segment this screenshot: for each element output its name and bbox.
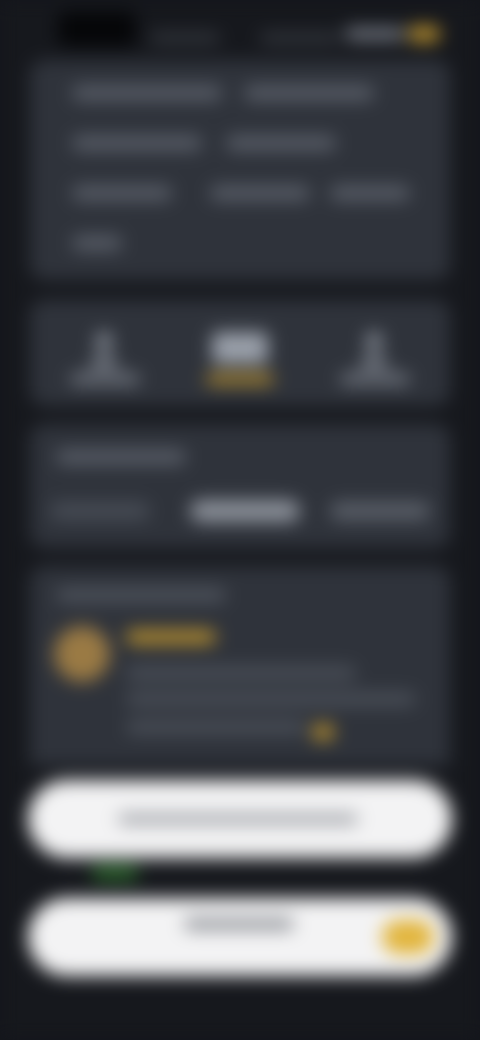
quick-action-item[interactable] [340, 320, 410, 390]
summary-line [72, 136, 202, 150]
summary-line [72, 236, 122, 250]
notification-sender [126, 630, 216, 644]
person-icon [358, 333, 390, 366]
summary-line [226, 136, 336, 150]
status-indicator [408, 26, 440, 42]
person-icon [88, 333, 120, 366]
quick-action-item[interactable] [70, 320, 140, 390]
summary-line [244, 86, 374, 100]
segment-title [56, 450, 186, 464]
quick-action-label [70, 374, 140, 384]
secondary-button-label [184, 918, 294, 930]
notification-line [126, 720, 306, 734]
quick-actions-card [30, 300, 450, 406]
status-time [58, 12, 136, 46]
summary-line [210, 186, 310, 200]
summary-line [72, 186, 172, 200]
blurred-app-screen [0, 0, 480, 1040]
notification-card [30, 566, 450, 766]
status-carrier [150, 34, 220, 42]
secondary-button-badge [382, 920, 434, 954]
summary-card [30, 60, 450, 280]
quick-action-label [206, 374, 274, 384]
segment-tab[interactable] [330, 502, 430, 520]
segment-tab-selected[interactable] [190, 500, 300, 522]
summary-line [72, 86, 222, 100]
primary-button[interactable] [28, 780, 452, 858]
notification-title [56, 588, 226, 602]
segment-card [30, 424, 450, 548]
quick-action-item[interactable] [200, 320, 280, 390]
status-strip [92, 866, 138, 880]
secondary-button[interactable] [28, 898, 452, 976]
signal-icon [260, 34, 340, 42]
segment-tab[interactable] [50, 502, 150, 520]
primary-button-label [118, 814, 358, 824]
quick-action-label [340, 374, 410, 384]
notification-accent [312, 724, 334, 740]
coin-icon [54, 626, 110, 682]
battery-icon [345, 28, 405, 40]
card-icon [212, 332, 268, 364]
notification-line [126, 692, 416, 706]
notification-line [126, 666, 356, 680]
summary-line [330, 186, 410, 200]
